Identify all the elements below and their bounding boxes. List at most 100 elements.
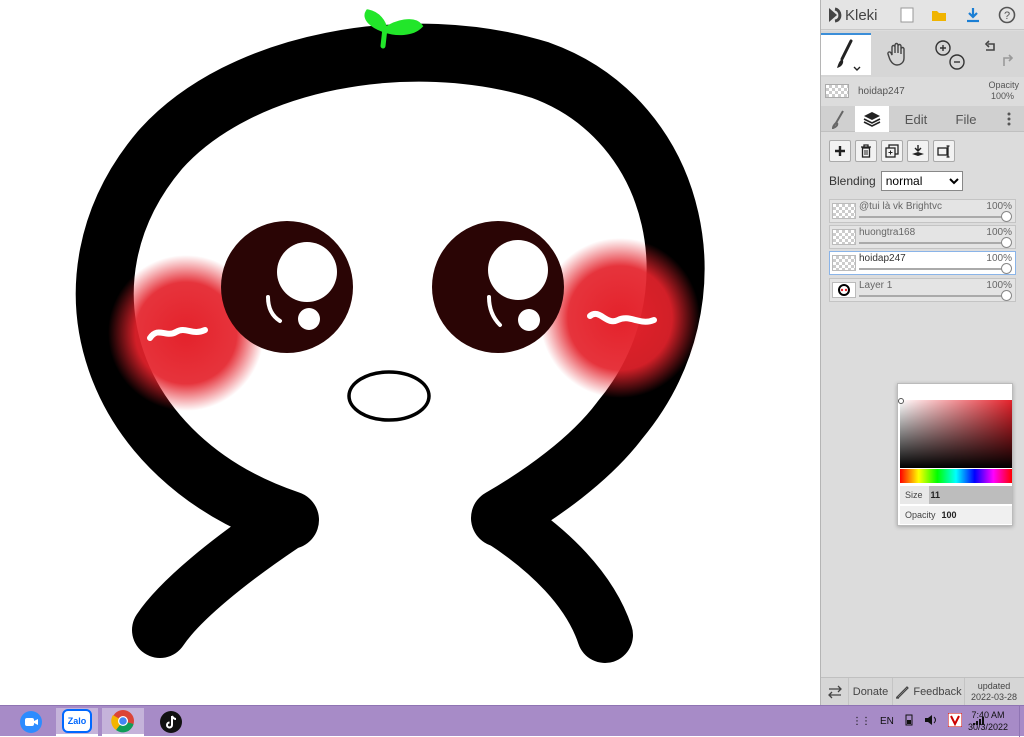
plus-icon <box>835 146 845 156</box>
help-icon[interactable]: ? <box>996 4 1018 26</box>
current-layer-name: hoidap247 <box>858 86 905 97</box>
layer-item[interactable]: Layer 1 100% <box>829 278 1016 302</box>
brush-tool[interactable] <box>821 33 871 75</box>
donate-link[interactable]: Donate <box>849 677 893 706</box>
undo-redo-icon <box>984 40 1014 66</box>
volume-icon[interactable] <box>924 714 938 729</box>
layer-item[interactable]: huongtra168 100% <box>829 225 1016 249</box>
feedback-link[interactable]: Feedback <box>893 677 965 706</box>
rename-icon <box>937 145 950 158</box>
size-slider[interactable]: 11 <box>928 486 1012 504</box>
layer-name: Layer 1 <box>859 280 893 291</box>
right-arm <box>472 490 633 663</box>
size-field[interactable]: Size 11 <box>900 486 1012 504</box>
layer-thumbnail <box>832 229 856 245</box>
layer-name: @tui là vk Brightvc <box>859 201 942 212</box>
download-icon[interactable] <box>962 4 984 26</box>
layer-thumbnail <box>832 203 856 219</box>
top-toolbar: Kleki ? <box>821 0 1024 30</box>
layer-opacity-track <box>859 216 1007 218</box>
saturation-value-area[interactable] <box>898 398 1012 468</box>
chrome-app-icon[interactable] <box>102 708 144 736</box>
clock-time: 7:40 AM <box>971 710 1005 720</box>
tiktok-app-icon[interactable] <box>150 708 192 736</box>
layer-name: huongtra168 <box>859 227 916 238</box>
layer-opacity-track <box>859 242 1007 244</box>
layer-thumbnail <box>832 282 856 298</box>
drawing-canvas[interactable] <box>0 0 820 705</box>
clock[interactable]: 7:40 AM 30/3/2022 <box>958 709 1018 733</box>
windows-taskbar: Zalo ⋮⋮ EN 7:40 AM 30/3/2022 <box>0 705 1024 737</box>
color-cursor[interactable] <box>898 398 904 404</box>
brush-icon <box>837 39 861 71</box>
undo-redo-controls[interactable] <box>973 33 1023 75</box>
rename-layer-button[interactable] <box>933 140 955 162</box>
updated-info: updated 2022-03-28 <box>965 681 1023 703</box>
canvas-drawing <box>75 9 705 663</box>
new-image-icon[interactable] <box>896 4 918 26</box>
size-value: 11 <box>930 490 941 500</box>
zoom-in-out-icon <box>935 40 965 70</box>
layer-name: hoidap247 <box>859 253 906 264</box>
tab-brush[interactable] <box>823 106 853 132</box>
bottom-bar: Donate Feedback updated 2022-03-28 <box>821 677 1024 706</box>
layer-opacity-track <box>859 268 1007 270</box>
feedback-label: Feedback <box>913 685 962 698</box>
merge-down-icon <box>912 145 924 156</box>
more-menu-icon[interactable] <box>997 106 1021 132</box>
layer-thumbnail-drawing <box>838 284 850 296</box>
brush-tab-icon <box>831 110 844 129</box>
blending-label: Blending <box>829 174 876 188</box>
layer-item[interactable]: @tui là vk Brightvc 100% <box>829 199 1016 223</box>
feedback-icon <box>896 685 910 699</box>
zoom-app-icon[interactable] <box>10 708 52 736</box>
trash-icon <box>861 144 871 158</box>
updated-date: 2022-03-28 <box>970 691 1018 702</box>
updated-label: updated <box>977 680 1011 691</box>
svg-text:?: ? <box>1004 10 1010 22</box>
color-picker: Size 11 Opacity 100 <box>897 383 1013 526</box>
blending-select[interactable]: normal <box>880 171 963 191</box>
tab-layers[interactable] <box>855 106 889 132</box>
app-title: Kleki <box>845 6 878 24</box>
clock-date: 30/3/2022 <box>967 722 1009 732</box>
input-language[interactable]: EN <box>880 716 894 727</box>
swap-side-icon[interactable] <box>821 677 849 706</box>
hand-icon <box>887 42 905 66</box>
opacity-label: Opacity <box>988 80 1019 90</box>
merge-down-button[interactable] <box>907 140 929 162</box>
opacity-field[interactable]: Opacity 100 <box>900 506 1012 524</box>
duplicate-icon <box>885 144 899 158</box>
kleki-sidebar: Kleki ? hoidap247 Opacity 100% Edit File… <box>820 0 1024 706</box>
open-folder-icon[interactable] <box>928 4 950 26</box>
zoom-controls[interactable] <box>925 33 975 75</box>
size-label: Size <box>905 490 923 500</box>
mouth <box>347 370 431 422</box>
kleki-logo-icon <box>829 7 842 23</box>
current-layer-preview: hoidap247 Opacity 100% <box>821 78 1024 104</box>
layer-actions <box>829 140 955 162</box>
kleki-logo[interactable]: Kleki <box>827 4 878 26</box>
battery-icon[interactable] <box>904 714 914 729</box>
duplicate-layer-button[interactable] <box>881 140 903 162</box>
hand-tool[interactable] <box>873 33 923 75</box>
tab-edit[interactable]: Edit <box>893 106 939 132</box>
layers-icon <box>863 112 881 127</box>
hue-slider[interactable] <box>900 469 1012 483</box>
delete-layer-button[interactable] <box>855 140 877 162</box>
show-desktop-button[interactable] <box>1019 706 1024 737</box>
layer-opacity-slider[interactable] <box>1001 263 1012 274</box>
right-eye <box>432 221 564 353</box>
tool-row <box>821 31 1024 77</box>
layer-thumbnail <box>832 255 856 271</box>
opacity-field-label: Opacity <box>905 510 936 520</box>
zalo-app-icon[interactable]: Zalo <box>56 708 98 736</box>
layer-item-selected[interactable]: hoidap247 100% <box>829 251 1016 275</box>
tab-file[interactable]: File <box>943 106 989 132</box>
layer-opacity-slider[interactable] <box>1001 290 1012 301</box>
opacity-value: 100% <box>990 91 1014 101</box>
add-layer-button[interactable] <box>829 140 851 162</box>
layer-opacity-slider[interactable] <box>1001 211 1012 222</box>
layer-opacity-slider[interactable] <box>1001 237 1012 248</box>
panel-tabs: Edit File <box>821 106 1024 132</box>
